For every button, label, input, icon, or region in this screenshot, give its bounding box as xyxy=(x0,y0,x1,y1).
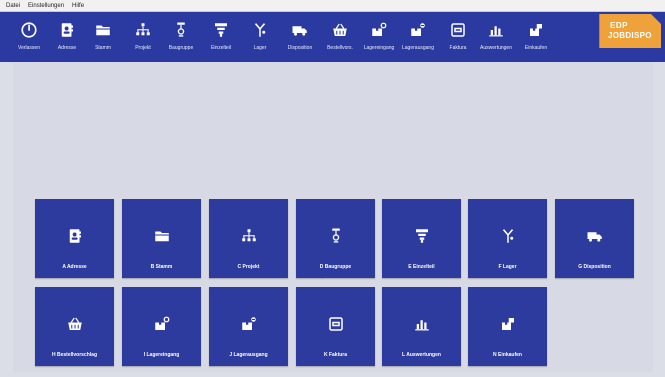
toolbar-button-label: Bestellvors. xyxy=(327,45,353,51)
truck-icon xyxy=(289,19,311,41)
toolbar-button-stamm[interactable]: Stamm xyxy=(84,12,122,62)
tile-i-lagereingang[interactable]: I Lagereingang xyxy=(122,287,201,366)
menu-bar: Datei Einstellungen Hilfe xyxy=(0,0,665,12)
assembly-icon xyxy=(296,227,375,245)
toolbar-button-lagerausgang[interactable]: Lagerausgang xyxy=(399,12,437,62)
tile-label: K Faktura xyxy=(323,352,348,358)
tile-label: L Auswertungen xyxy=(402,352,441,358)
menu-einstellungen[interactable]: Einstellungen xyxy=(28,0,64,12)
invoice-icon xyxy=(447,19,469,41)
bar-chart-icon xyxy=(485,19,507,41)
basket-icon xyxy=(329,19,351,41)
assembly-icon xyxy=(170,19,192,41)
address-book-icon xyxy=(35,227,114,245)
toolbar-button-verlassen[interactable]: Verlassen xyxy=(10,12,48,62)
tile-label: N Einkaufen xyxy=(493,352,522,358)
tile-n-einkaufen[interactable]: N Einkaufen xyxy=(468,287,547,366)
tile-a-adresse[interactable]: A Adresse xyxy=(35,199,114,278)
toolbar-button-einzelteil[interactable]: Einzelteil xyxy=(202,12,240,62)
basket-icon xyxy=(35,315,114,333)
toolbar: Verlassen Adresse Stamm Projekt Baugruppe Ein… xyxy=(0,12,665,62)
hierarchy-icon xyxy=(132,19,154,41)
toolbar-button-adresse[interactable]: Adresse xyxy=(48,12,86,62)
tile-f-lager[interactable]: F Lager xyxy=(468,199,547,278)
storage-icon xyxy=(249,19,271,41)
tile-b-stamm[interactable]: B Stamm xyxy=(122,199,201,278)
tile-c-projekt[interactable]: C Projekt xyxy=(209,199,288,278)
toolbar-button-label: Disposition xyxy=(287,45,313,51)
cart-box-icon xyxy=(525,19,547,41)
toolbar-button-label: Verlassen xyxy=(18,45,40,51)
toolbar-button-lager[interactable]: Lager xyxy=(241,12,279,62)
menu-hilfe[interactable]: Hilfe xyxy=(72,0,84,12)
part-icon xyxy=(382,227,461,245)
tile-label: G Disposition xyxy=(578,264,611,270)
box-out-icon xyxy=(209,315,288,333)
toolbar-button-baugruppe[interactable]: Baugruppe xyxy=(162,12,200,62)
hierarchy-icon xyxy=(209,227,288,245)
toolbar-button-label: Einkaufen xyxy=(524,45,548,51)
toolbar-button-label: Adresse xyxy=(57,45,77,51)
toolbar-button-label: Einzelteil xyxy=(210,45,231,51)
toolbar-button-lagereingang[interactable]: Lagereingang xyxy=(360,12,398,62)
folder-icon xyxy=(122,227,201,245)
toolbar-button-label: Baugruppe xyxy=(168,45,194,51)
brand-line-1: EDP xyxy=(610,21,628,30)
toolbar-button-label: Stamm xyxy=(95,45,111,51)
bar-chart-icon xyxy=(382,315,461,333)
toolbar-button-disposition[interactable]: Disposition xyxy=(281,12,319,62)
box-out-icon xyxy=(407,19,429,41)
address-book-icon xyxy=(56,19,78,41)
toolbar-button-label: Lagerausgang xyxy=(402,45,434,51)
toolbar-button-label: Lager xyxy=(253,45,267,51)
tile-d-baugruppe[interactable]: D Baugruppe xyxy=(296,199,375,278)
toolbar-button-einkaufen[interactable]: Einkaufen xyxy=(517,12,555,62)
toolbar-button-label: Faktura xyxy=(449,45,467,51)
tile-label: J Lagerausgang xyxy=(229,352,268,358)
tile-label: D Baugruppe xyxy=(319,264,352,270)
tile-h-bestellvorschlag[interactable]: H Bestellvorschlag xyxy=(35,287,114,366)
power-icon xyxy=(18,19,40,41)
folder-icon xyxy=(92,19,114,41)
toolbar-button-label: Projekt xyxy=(135,45,151,51)
tile-j-lagerausgang[interactable]: J Lagerausgang xyxy=(209,287,288,366)
tile-label: C Projekt xyxy=(237,264,260,270)
menu-datei[interactable]: Datei xyxy=(6,0,20,12)
part-icon xyxy=(210,19,232,41)
tile-g-disposition[interactable]: G Disposition xyxy=(555,199,634,278)
tile-label: B Stamm xyxy=(150,264,173,270)
tile-e-einzelteil[interactable]: E Einzelteil xyxy=(382,199,461,278)
invoice-icon xyxy=(296,315,375,333)
toolbar-button-auswertungen[interactable]: Auswertungen xyxy=(477,12,515,62)
brand-logo: EDP JOBDISPO xyxy=(599,14,661,48)
box-in-icon xyxy=(368,19,390,41)
tile-label: H Bestellvorschlag xyxy=(51,352,98,358)
toolbar-button-label: Auswertungen xyxy=(480,45,512,51)
toolbar-button-bestellvors[interactable]: Bestellvors. xyxy=(321,12,359,62)
tile-k-faktura[interactable]: K Faktura xyxy=(296,287,375,366)
storage-icon xyxy=(468,227,547,245)
tile-l-auswertungen[interactable]: L Auswertungen xyxy=(382,287,461,366)
truck-icon xyxy=(555,227,634,245)
toolbar-button-projekt[interactable]: Projekt xyxy=(124,12,162,62)
cart-box-icon xyxy=(468,315,547,333)
tile-label: A Adresse xyxy=(62,264,87,270)
toolbar-button-label: Lagereingang xyxy=(363,45,395,51)
tile-label: I Lagereingang xyxy=(143,352,180,358)
toolbar-button-faktura[interactable]: Faktura xyxy=(439,12,477,62)
module-grid: A Adresse B Stamm C Projekt D Baugruppe E Ei… xyxy=(13,62,653,372)
app-window: Datei Einstellungen Hilfe Verlassen Adres… xyxy=(0,0,665,377)
box-in-icon xyxy=(122,315,201,333)
brand-line-2: JOBDISPO xyxy=(608,31,652,40)
tile-label: F Lager xyxy=(498,264,517,270)
tile-label: E Einzelteil xyxy=(408,264,435,270)
